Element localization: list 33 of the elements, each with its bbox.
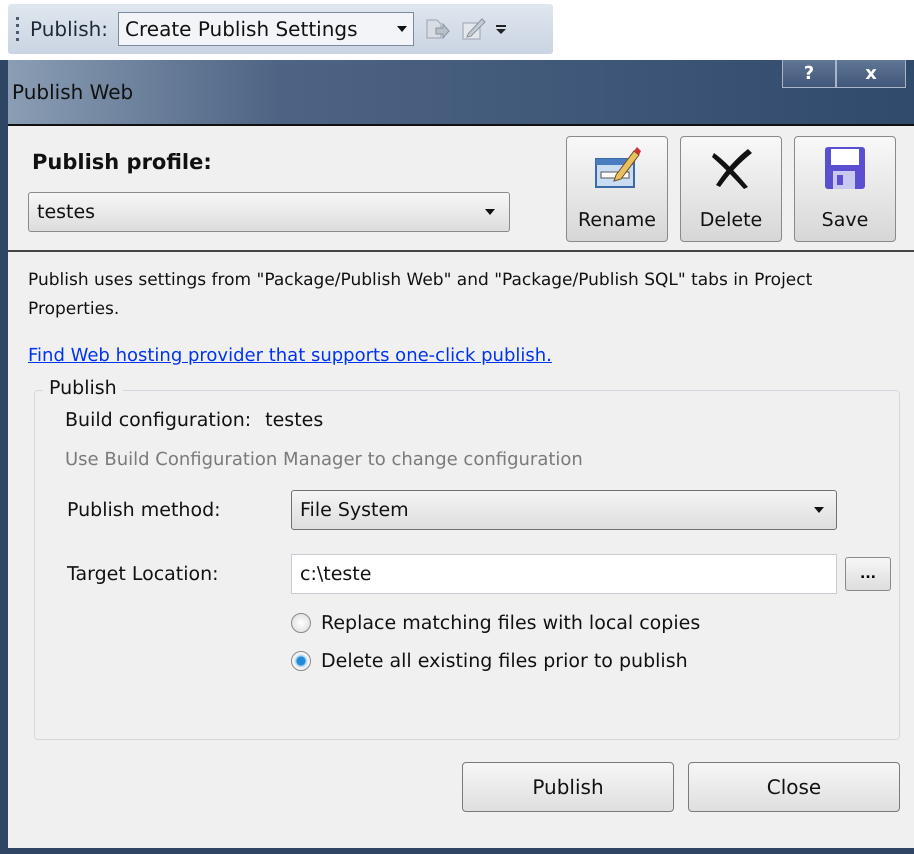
- overflow-caret-icon[interactable]: [496, 23, 506, 35]
- close-dialog-button[interactable]: Close: [688, 762, 900, 812]
- window-close-button[interactable]: x: [836, 60, 906, 88]
- dropdown-caret-icon: [814, 507, 824, 513]
- build-configuration-value: testes: [265, 409, 324, 431]
- radio-button[interactable]: [291, 651, 311, 671]
- description-text: Publish uses settings from "Package/Publish Web" and "Package/Publish SQL" tabs in Project Properties.: [28, 269, 814, 321]
- profile-label: Publish profile:: [31, 150, 213, 174]
- configuration-hint: Use Build Configuration Manager to change configuration: [65, 449, 584, 470]
- radio-button[interactable]: [291, 613, 311, 633]
- radio-label: Delete all existing files prior to publish: [321, 650, 688, 672]
- publish-button[interactable]: Publish: [462, 762, 674, 812]
- publish-method-label: Publish method:: [66, 499, 222, 521]
- browse-button[interactable]: ...: [845, 557, 891, 591]
- build-configuration-label: Build configuration:: [65, 409, 252, 431]
- toolbar-combo-box[interactable]: Create Publish Settings: [118, 12, 414, 46]
- toolbar-label: Publish:: [30, 17, 108, 41]
- publish-method-combo-box[interactable]: File System: [291, 490, 837, 530]
- window-title: Publish Web: [12, 80, 134, 104]
- pencil-form-icon: [592, 145, 642, 191]
- rename-button[interactable]: Rename: [566, 136, 668, 242]
- profile-combo-box[interactable]: testes: [28, 192, 510, 232]
- delete-button[interactable]: Delete: [680, 136, 782, 242]
- dropdown-caret-icon: [485, 209, 495, 215]
- help-button[interactable]: ?: [782, 60, 836, 88]
- radio-label: Replace matching files with local copies: [321, 612, 700, 634]
- dropdown-caret-icon: [397, 26, 408, 32]
- save-button[interactable]: Save: [794, 136, 896, 242]
- hosting-provider-link[interactable]: Find Web hosting provider that supports one-click publish.: [28, 345, 900, 366]
- target-location-field[interactable]: c:\teste: [291, 554, 837, 594]
- edit-form-icon[interactable]: [460, 16, 486, 42]
- target-location-label: Target Location:: [66, 563, 220, 585]
- grip-icon[interactable]: [16, 16, 20, 42]
